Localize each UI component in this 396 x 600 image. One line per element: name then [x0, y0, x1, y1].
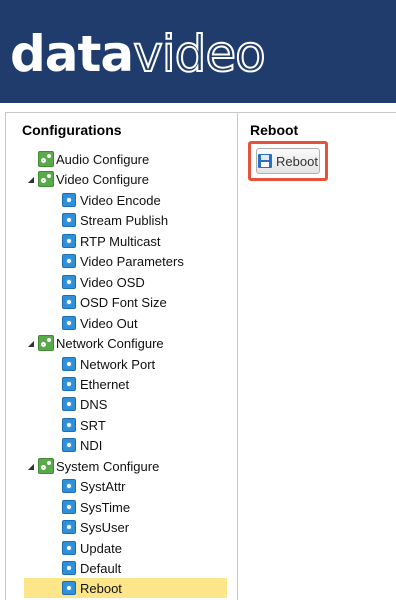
tree-item-system-configure[interactable]: ◢ System Configure	[26, 456, 159, 476]
tree-item-audio-configure[interactable]: Audio Configure	[26, 149, 149, 169]
tree-item-rtp-multicast[interactable]: RTP Multicast	[62, 231, 160, 251]
reboot-panel: Reboot Reboot	[238, 113, 396, 600]
logo-bold-text: data	[10, 25, 134, 83]
tree-item-label: Video Configure	[56, 171, 149, 187]
tree-item-dns[interactable]: DNS	[62, 394, 107, 414]
tree-item-label: Network Configure	[56, 335, 164, 351]
reboot-button[interactable]: Reboot	[256, 148, 320, 174]
gear-group-icon	[38, 171, 54, 187]
tree-item-label: Reboot	[80, 580, 122, 596]
tree-item-label: Video Parameters	[80, 253, 184, 269]
tree-item-osd-font-size[interactable]: OSD Font Size	[62, 292, 167, 312]
gear-item-icon	[62, 254, 76, 268]
gear-item-icon	[62, 561, 76, 575]
gear-group-icon	[38, 458, 54, 474]
collapse-triangle-icon[interactable]: ◢	[26, 456, 36, 476]
configurations-title: Configurations	[22, 122, 122, 138]
tree-item-label: Update	[80, 540, 122, 556]
collapse-triangle-icon[interactable]: ◢	[26, 333, 36, 353]
tree-item-video-encode[interactable]: Video Encode	[62, 190, 161, 210]
tree-item-label: DNS	[80, 396, 108, 412]
gear-item-icon	[62, 438, 76, 452]
gear-group-icon	[38, 151, 54, 167]
collapse-triangle-icon[interactable]: ◢	[26, 169, 36, 189]
tree-item-label: NDI	[80, 437, 103, 453]
gear-item-icon	[62, 213, 76, 227]
tree-item-label: System Configure	[56, 458, 160, 474]
datavideo-logo: data video	[10, 24, 267, 84]
tree-item-label: Ethernet	[80, 376, 130, 392]
configurations-panel: Configurations Audio Configure ◢ Video Con…	[6, 113, 238, 600]
gear-group-icon	[38, 335, 54, 351]
tree-item-label: SysUser	[80, 519, 130, 535]
reboot-button-label: Reboot	[276, 153, 318, 169]
tree-item-network-port[interactable]: Network Port	[62, 354, 155, 374]
gear-item-icon	[62, 295, 76, 309]
tree-item-label: SRT	[80, 417, 106, 433]
tree-item-label: SystAttr	[80, 478, 126, 494]
gear-item-icon	[62, 357, 76, 371]
tree-item-stream-publish[interactable]: Stream Publish	[62, 210, 168, 230]
gear-item-icon	[62, 316, 76, 330]
header-divider	[0, 103, 396, 112]
tree-item-label: OSD Font Size	[80, 294, 167, 310]
tree-item-label: Audio Configure	[56, 151, 150, 167]
floppy-disk-icon	[258, 154, 273, 168]
header-banner: data video	[0, 0, 396, 103]
gear-item-icon	[62, 479, 76, 493]
gear-item-icon	[62, 500, 76, 514]
tree-item-label: Stream Publish	[80, 212, 169, 228]
tree-item-label: Default	[80, 560, 122, 576]
tree-item-sysuser[interactable]: SysUser	[62, 517, 129, 537]
tree-item-label: Video Encode	[80, 192, 161, 208]
gear-item-icon	[62, 581, 76, 595]
tree-item-label: RTP Multicast	[80, 233, 161, 249]
tree-item-label: SysTime	[80, 499, 131, 515]
gear-item-icon	[62, 397, 76, 411]
tree-item-ethernet[interactable]: Ethernet	[62, 374, 129, 394]
tree-item-video-out[interactable]: Video Out	[62, 313, 138, 333]
gear-item-icon	[62, 275, 76, 289]
tree-item-video-configure[interactable]: ◢ Video Configure	[26, 169, 149, 189]
tree-item-video-osd[interactable]: Video OSD	[62, 272, 145, 292]
tree-item-systattr[interactable]: SystAttr	[62, 476, 126, 496]
tree-item-network-configure[interactable]: ◢ Network Configure	[26, 333, 164, 353]
reboot-panel-title: Reboot	[250, 122, 299, 138]
tree-item-reboot[interactable]: Reboot	[24, 578, 227, 598]
logo-light-text: video	[132, 24, 267, 84]
gear-item-icon	[62, 377, 76, 391]
gear-item-icon	[62, 418, 76, 432]
tree-item-srt[interactable]: SRT	[62, 415, 106, 435]
tree-item-label: Network Port	[80, 356, 156, 372]
tree-item-ndi[interactable]: NDI	[62, 435, 102, 455]
tree-item-label: Video Out	[80, 315, 138, 331]
tree-item-systime[interactable]: SysTime	[62, 497, 130, 517]
gear-item-icon	[62, 541, 76, 555]
gear-item-icon	[62, 520, 76, 534]
tree-item-label: Video OSD	[80, 274, 145, 290]
tree-item-video-parameters[interactable]: Video Parameters	[62, 251, 184, 271]
reboot-button-highlight: Reboot	[248, 141, 328, 181]
gear-item-icon	[62, 234, 76, 248]
tree-item-default[interactable]: Default	[62, 558, 121, 578]
tree-item-update[interactable]: Update	[62, 538, 122, 558]
gear-item-icon	[62, 193, 76, 207]
